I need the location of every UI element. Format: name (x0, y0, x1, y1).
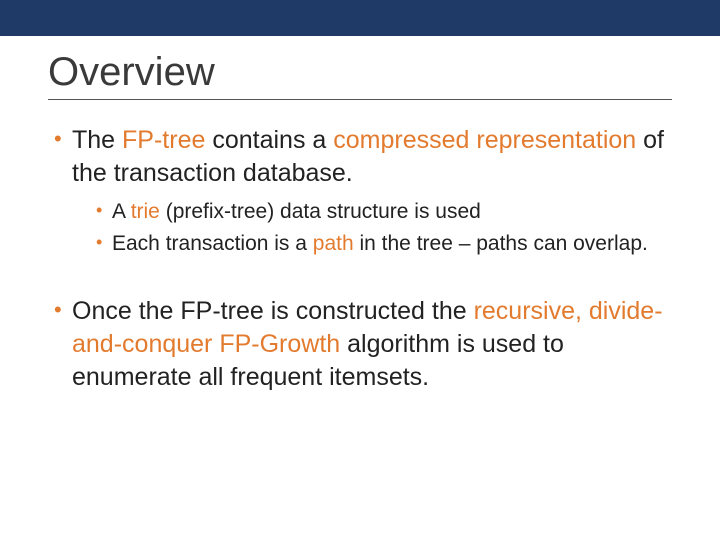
sub-bullet-item-1: A trie (prefix-tree) data structure is u… (96, 198, 672, 226)
slide-content: Overview The FP-tree contains a compress… (0, 50, 720, 394)
bullet-list-2: Once the FP-tree is constructed the recu… (48, 295, 672, 394)
text: in the tree – paths can overlap. (354, 232, 648, 255)
bullet-list: The FP-tree contains a compressed repres… (48, 124, 672, 257)
text: (prefix-tree) data structure is used (160, 200, 481, 223)
bullet-item-1: The FP-tree contains a compressed repres… (54, 124, 672, 257)
text: A (112, 200, 131, 223)
highlight: trie (131, 200, 160, 223)
highlight: path (313, 232, 354, 255)
sub-bullet-list: A trie (prefix-tree) data structure is u… (72, 198, 672, 257)
spacer (48, 267, 672, 295)
text: contains a (205, 126, 333, 154)
text: Each transaction is a (112, 232, 313, 255)
text: The (72, 126, 122, 154)
title-underline (48, 99, 672, 100)
highlight: compressed representation (333, 126, 636, 154)
page-title: Overview (48, 50, 672, 95)
bullet-item-2: Once the FP-tree is constructed the recu… (54, 295, 672, 394)
highlight: FP-tree (122, 126, 205, 154)
sub-bullet-item-2: Each transaction is a path in the tree –… (96, 230, 672, 258)
top-bar (0, 0, 720, 36)
text: Once the FP-tree is constructed the (72, 297, 474, 325)
